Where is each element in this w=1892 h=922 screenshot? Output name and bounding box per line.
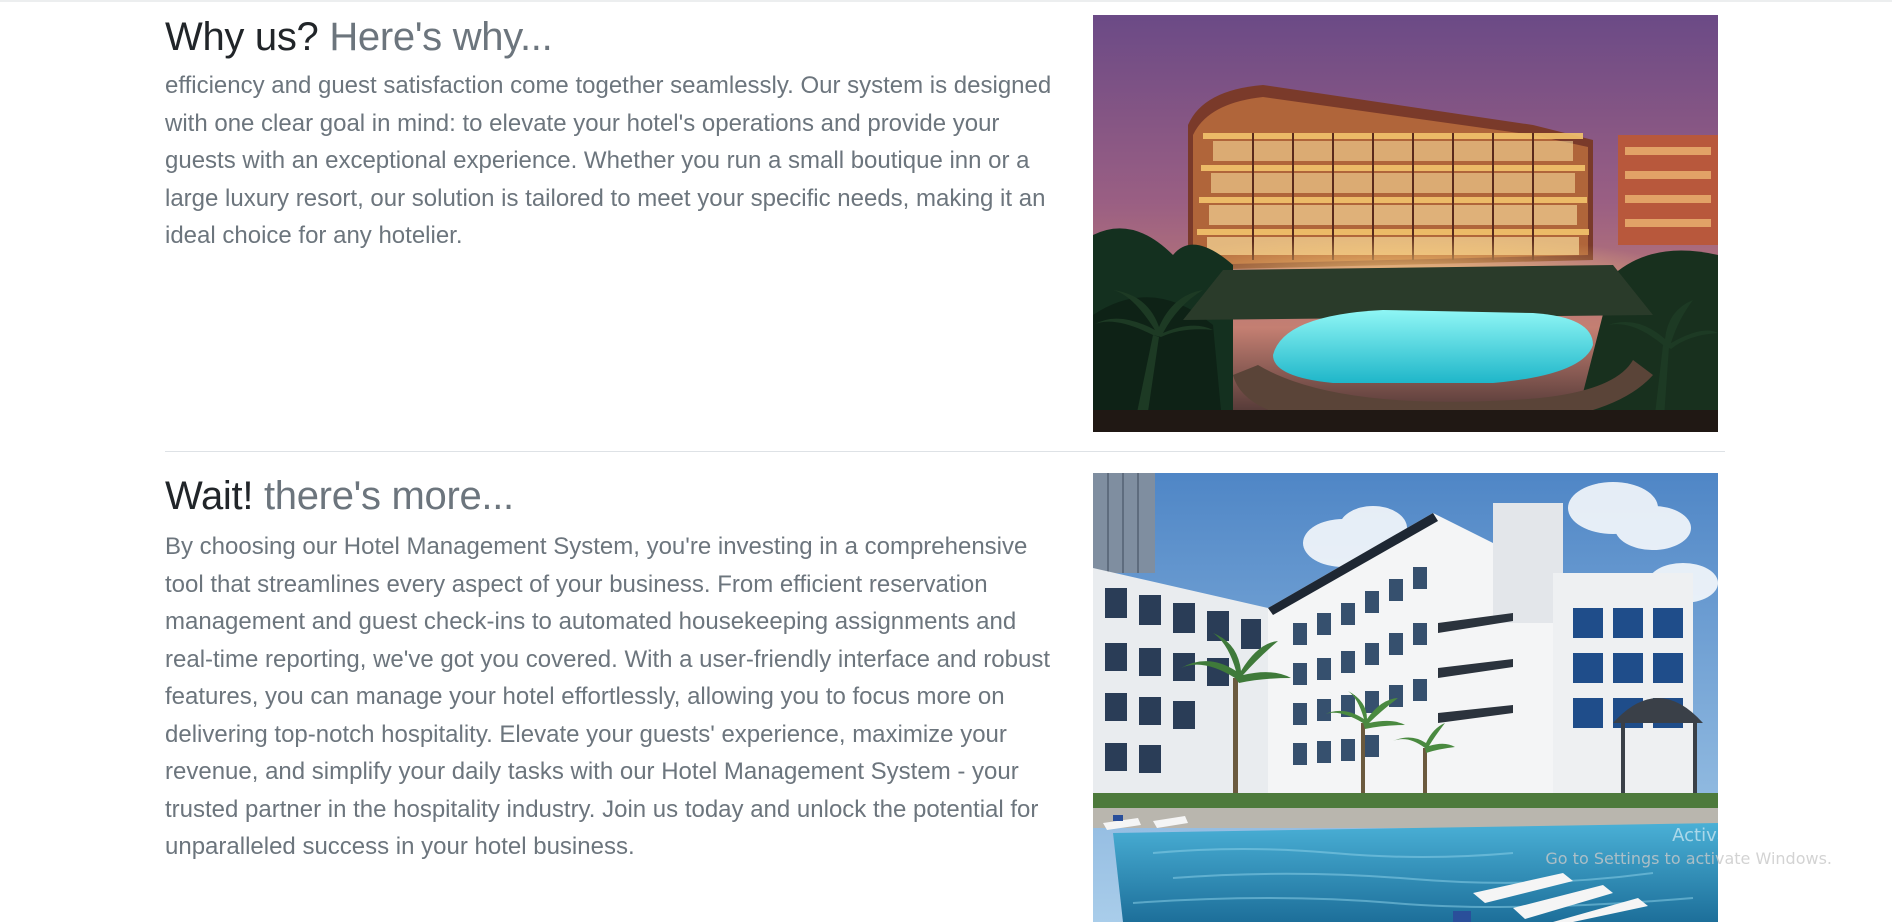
feature-text: Why us? Here's why... efficiency and gue… [165, 0, 1065, 255]
watermark-subtitle: Go to Settings to activate Windows. [1545, 849, 1832, 868]
feature-why-us: Why us? Here's why... efficiency and gue… [165, 0, 1725, 440]
heading-primary: Why us? [165, 15, 319, 59]
feature-body: efficiency and guest satisfaction come t… [165, 72, 1052, 249]
feature-wait-more: Wait! there's more... By choosing our Ho… [165, 452, 1725, 922]
heading-muted: Here's why... [329, 15, 553, 59]
watermark-title: Activate Windows [1672, 825, 1832, 846]
feature-body: By choosing our Hotel Management System,… [165, 533, 1050, 860]
feature-heading: Wait! there's more... [165, 452, 1065, 520]
windows-activation-watermark: Activate Windows Go to Settings to activ… [1545, 824, 1832, 870]
feature-heading: Why us? Here's why... [165, 0, 1065, 61]
hotel-night-pool-image [1093, 15, 1718, 432]
feature-text: Wait! there's more... By choosing our Ho… [165, 452, 1065, 866]
heading-primary: Wait! [165, 474, 254, 518]
heading-muted: there's more... [263, 474, 514, 518]
